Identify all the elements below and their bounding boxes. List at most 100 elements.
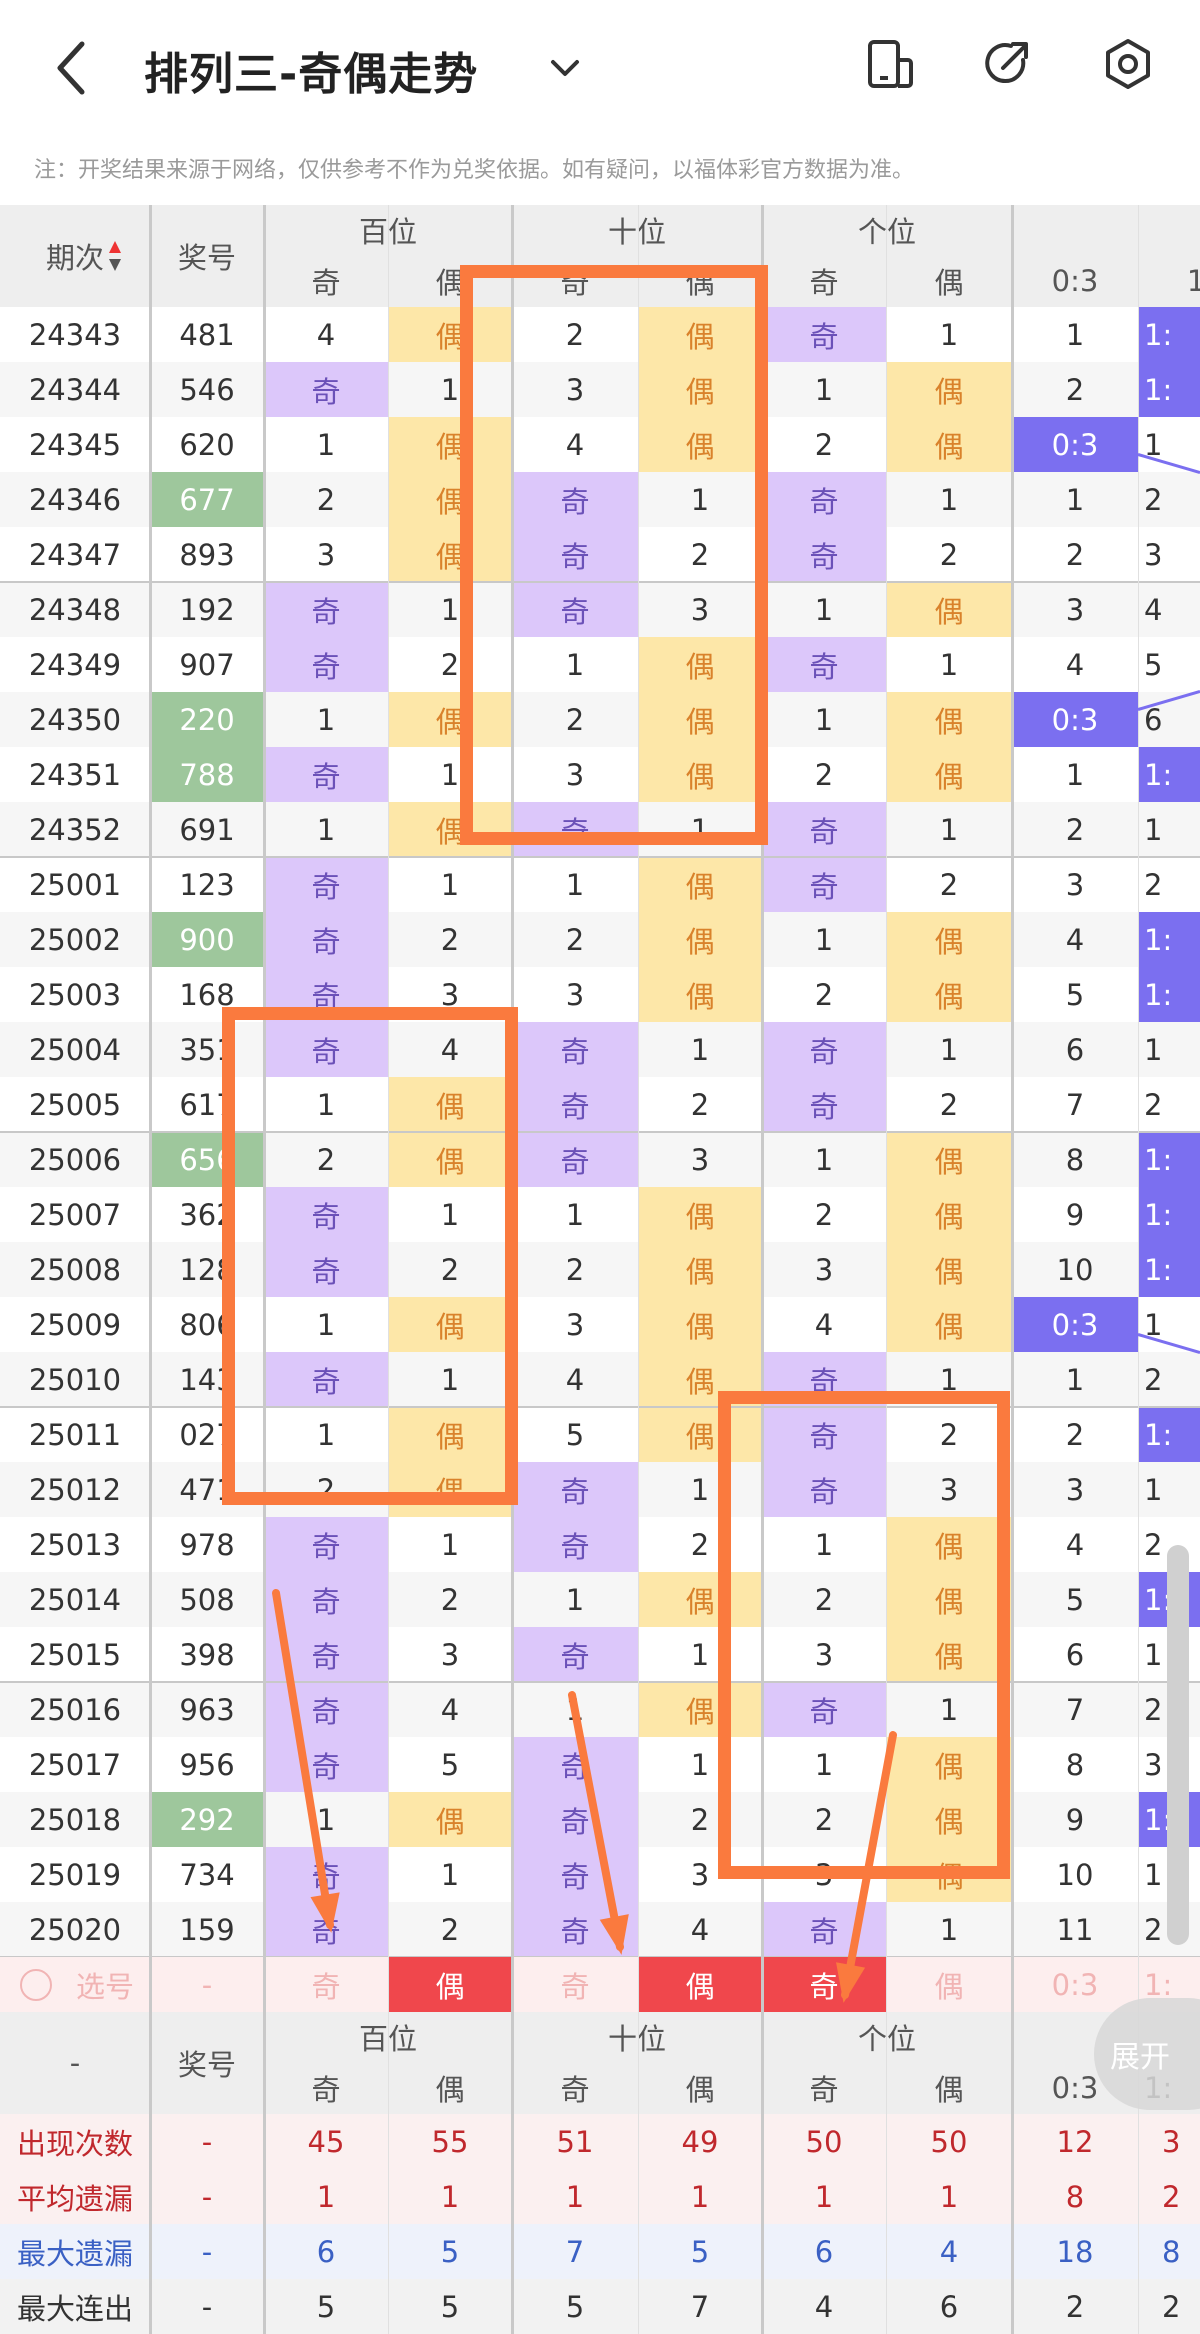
trend-cell: 偶 bbox=[886, 1792, 1012, 1847]
stat-value: 6 bbox=[886, 2279, 1012, 2334]
trend-cell: 4 bbox=[638, 1902, 762, 1957]
ratio-cell: 8 bbox=[1065, 1747, 1085, 1782]
trend-cell: 2 bbox=[690, 1087, 710, 1122]
radio-circle-icon[interactable] bbox=[20, 1968, 52, 2001]
expand-button[interactable]: 展开 bbox=[1094, 1998, 1200, 2110]
trend-cell: 偶 bbox=[886, 1627, 1012, 1682]
page-title[interactable]: 排列三-奇偶走势 bbox=[144, 38, 478, 102]
trend-cell: 3 bbox=[814, 1857, 834, 1892]
ratio-cell: 5 bbox=[1065, 977, 1085, 1012]
select-option-1[interactable]: 偶 bbox=[388, 1957, 512, 2012]
select-option-2[interactable]: 奇 bbox=[512, 1957, 638, 2012]
trend-cell: 1 bbox=[762, 912, 886, 967]
trend-cell: 偶 bbox=[638, 1242, 762, 1297]
ratio-cell: 0:3 bbox=[1012, 1297, 1138, 1352]
number-cell: 978 bbox=[179, 1527, 235, 1562]
trend-cell: 1 bbox=[814, 1747, 834, 1782]
trend-cell: 偶 bbox=[886, 692, 1012, 747]
number-cell: 351 bbox=[150, 1022, 264, 1077]
trend-cell: 2 bbox=[690, 1527, 710, 1562]
settings-icon[interactable] bbox=[1100, 36, 1156, 92]
number-cell: 620 bbox=[179, 427, 235, 462]
trend-cell: 1 bbox=[440, 867, 460, 902]
trend-cell: 偶 bbox=[886, 1187, 1012, 1242]
trend-cell: 1 bbox=[762, 582, 886, 637]
select-option-3[interactable]: 偶 bbox=[638, 1957, 762, 2012]
ratio-cell: 6 bbox=[1065, 1637, 1085, 1672]
trend-cell: 奇 bbox=[264, 362, 388, 417]
trend-cell: 奇 bbox=[762, 1352, 886, 1407]
ratio-cell: 9 bbox=[1065, 1197, 1085, 1232]
trend-cell: 偶 bbox=[886, 582, 1012, 637]
trend-cell: 偶 bbox=[638, 417, 762, 472]
period-cell: 25005 bbox=[28, 1087, 122, 1122]
ratio2-cell: 1 bbox=[1138, 802, 1200, 857]
footer-sub-odd: 奇 bbox=[762, 2062, 886, 2114]
period-cell: 25011 bbox=[28, 1417, 122, 1452]
trend-cell: 3 bbox=[690, 1857, 710, 1892]
ratio-cell: 3 bbox=[1012, 582, 1138, 637]
trend-cell: 偶 bbox=[388, 1792, 512, 1847]
trend-cell: 偶 bbox=[886, 912, 1012, 967]
stat-dash: - bbox=[150, 2224, 264, 2279]
trend-cell: 偶 bbox=[886, 967, 1012, 1022]
select-option-4[interactable]: 奇 bbox=[762, 1957, 886, 2012]
scrollbar[interactable] bbox=[1167, 1545, 1189, 1945]
trend-cell: 奇 bbox=[264, 637, 388, 692]
sort-icon[interactable] bbox=[108, 239, 122, 273]
sub-header-odd: 奇 bbox=[512, 255, 638, 307]
trend-cell: 偶 bbox=[638, 912, 762, 967]
trend-cell: 奇 bbox=[512, 1462, 638, 1517]
trend-cell: 偶 bbox=[638, 967, 762, 1022]
number-cell: 691 bbox=[150, 802, 264, 857]
trend-cell: 偶 bbox=[886, 417, 1012, 472]
select-ratio[interactable]: 0:3 bbox=[1012, 1957, 1138, 2012]
number-cell: 900 bbox=[150, 912, 264, 967]
stat-value: 51 bbox=[512, 2114, 638, 2169]
trend-cell: 1 bbox=[316, 1417, 336, 1452]
trend-cell: 2 bbox=[814, 427, 834, 462]
number-cell: 159 bbox=[150, 1902, 264, 1957]
trend-cell: 奇 bbox=[762, 637, 886, 692]
trend-cell: 偶 bbox=[638, 747, 762, 802]
trend-cell: 1 bbox=[316, 427, 336, 462]
ratio-cell: 3 bbox=[1065, 867, 1085, 902]
stat-value: 6 bbox=[264, 2224, 388, 2279]
trend-cell: 4 bbox=[316, 317, 336, 352]
trend-cell: 奇 bbox=[762, 472, 886, 527]
device-switch-icon[interactable] bbox=[862, 36, 918, 92]
trend-cell: 偶 bbox=[886, 1132, 1012, 1187]
trend-cell: 3 bbox=[638, 1132, 762, 1187]
trend-cell: 3 bbox=[638, 582, 762, 637]
trend-cell: 1 bbox=[316, 1087, 336, 1122]
period-header[interactable]: 期次 bbox=[0, 205, 150, 307]
chevron-down-icon[interactable] bbox=[545, 48, 585, 88]
trend-cell: 2 bbox=[388, 1572, 512, 1627]
select-option-5[interactable]: 偶 bbox=[886, 1957, 1012, 2012]
trend-cell: 偶 bbox=[638, 1352, 762, 1407]
trend-cell: 偶 bbox=[886, 1572, 1012, 1627]
number-cell: 677 bbox=[150, 472, 264, 527]
stat-label: 出现次数 bbox=[0, 2114, 150, 2169]
select-option-0[interactable]: 奇 bbox=[264, 1957, 388, 2012]
select-label[interactable]: 选号 bbox=[0, 1957, 150, 2012]
ratio-cell: 2 bbox=[1065, 537, 1085, 572]
trend-cell: 奇 bbox=[512, 1847, 638, 1902]
trend-cell: 4 bbox=[512, 1352, 638, 1407]
trend-cell: 偶 bbox=[388, 1407, 512, 1462]
ratio2-cell: 1: bbox=[1138, 1242, 1200, 1297]
period-cell: 24350 bbox=[0, 692, 150, 747]
share-icon[interactable] bbox=[979, 36, 1035, 92]
stat-value: 1 bbox=[512, 2169, 638, 2224]
trend-cell: 奇 bbox=[512, 1627, 638, 1682]
number-cell: 123 bbox=[179, 867, 235, 902]
trend-cell: 偶 bbox=[638, 1682, 762, 1737]
ratio-cell: 3 bbox=[1012, 1462, 1138, 1517]
trend-cell: 2 bbox=[388, 912, 512, 967]
trend-cell: 奇 bbox=[264, 1352, 388, 1407]
trend-cell: 奇 bbox=[264, 1242, 388, 1297]
ratio-cell: 6 bbox=[1012, 1022, 1138, 1077]
trend-cell: 1 bbox=[565, 1197, 585, 1232]
group-header-2: 个位 bbox=[762, 205, 1012, 255]
back-icon[interactable] bbox=[52, 40, 92, 96]
